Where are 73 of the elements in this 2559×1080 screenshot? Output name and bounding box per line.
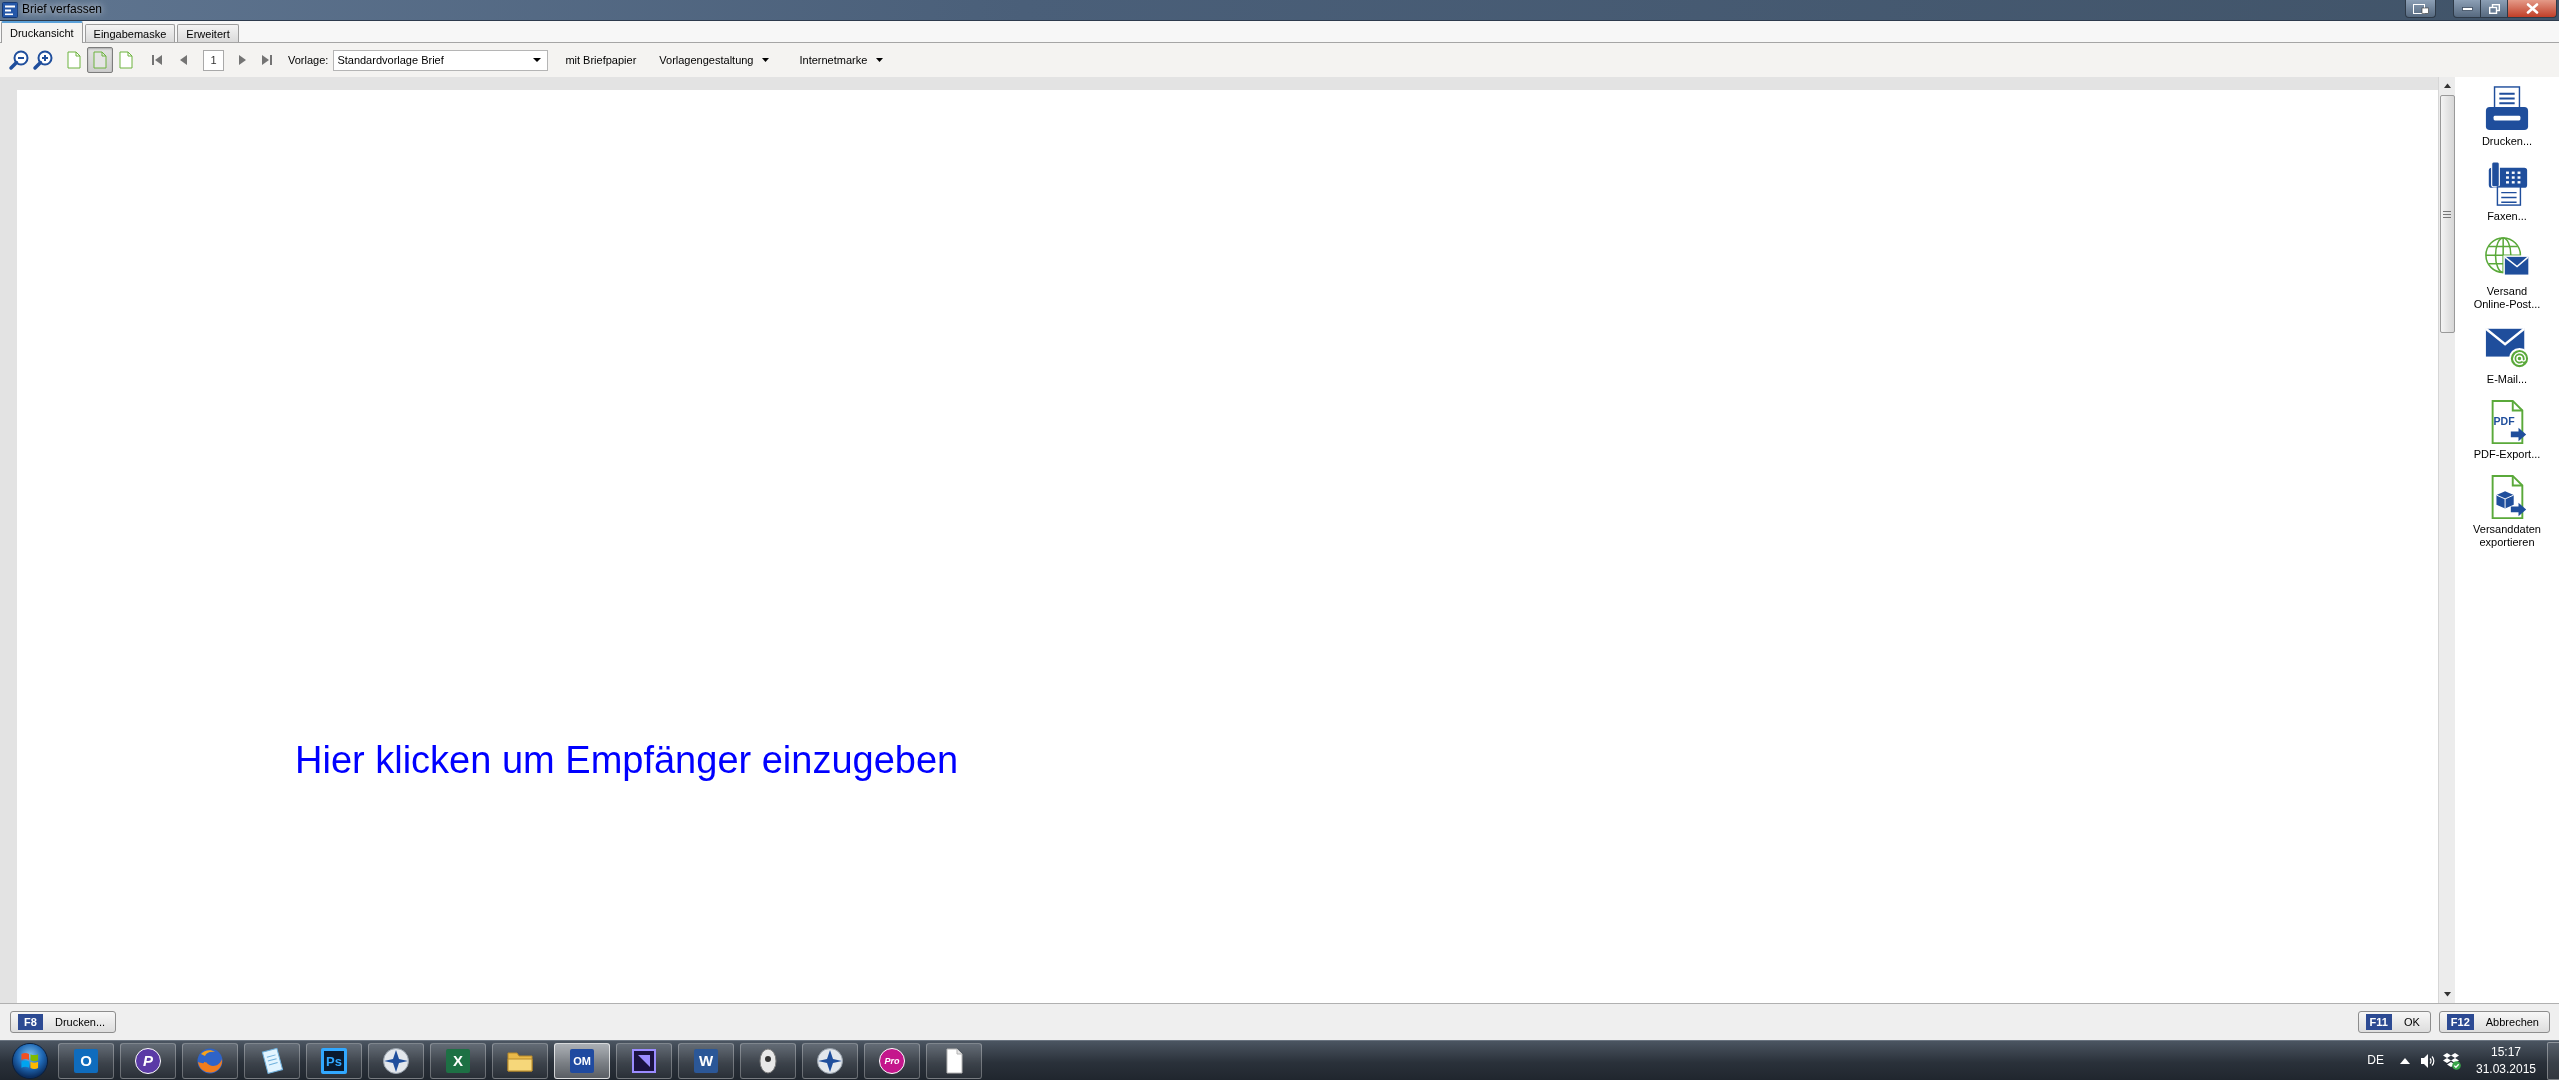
page-icon xyxy=(67,51,81,69)
taskbar-button[interactable] xyxy=(740,1042,796,1079)
tab[interactable]: Erweitert xyxy=(177,24,239,42)
star-disc-icon xyxy=(381,1045,411,1076)
tab[interactable]: Eingabemaske xyxy=(84,24,176,42)
zoom-in-icon[interactable] xyxy=(32,49,54,71)
minimize-button[interactable] xyxy=(2453,0,2481,18)
shipping-data-export-button[interactable]: Versanddaten exportieren xyxy=(2459,474,2555,549)
tab[interactable]: Druckansicht xyxy=(1,21,83,43)
menu-button[interactable]: Vorlagengestaltung xyxy=(657,49,772,71)
caret-icon xyxy=(876,58,884,62)
ok-button[interactable]: F11 OK xyxy=(2357,1011,2431,1033)
window-layout-button[interactable] xyxy=(2405,0,2436,18)
letterhead-button[interactable]: mit Briefpapier xyxy=(563,49,639,71)
minimize-icon xyxy=(2461,6,2473,11)
cancel-button[interactable]: F12 Abbrechen xyxy=(2438,1011,2550,1033)
caret-icon xyxy=(762,58,770,62)
taskbar-button[interactable] xyxy=(616,1042,672,1079)
taskbar-button[interactable]: O xyxy=(58,1042,114,1079)
page-icon xyxy=(119,51,133,69)
app-icon xyxy=(2,2,18,18)
last-page-icon[interactable] xyxy=(259,52,275,68)
close-icon xyxy=(2525,3,2539,14)
star-disc-icon xyxy=(815,1045,845,1076)
email-button[interactable]: E-Mail... xyxy=(2459,324,2555,386)
box-check-icon[interactable] xyxy=(2443,1051,2461,1070)
window-layout-icon xyxy=(2412,3,2429,14)
restore-icon xyxy=(2488,3,2500,14)
letter-disc-icon: P xyxy=(133,1045,163,1076)
taskbar-button[interactable] xyxy=(368,1042,424,1079)
taskbar-button[interactable]: Pro xyxy=(864,1042,920,1079)
page-icon xyxy=(93,51,107,69)
taskbar-button[interactable] xyxy=(244,1042,300,1079)
print-button[interactable]: F8 Drucken... xyxy=(10,1011,117,1033)
language-indicator[interactable]: DE xyxy=(2367,1053,2384,1068)
grip-icon xyxy=(2443,210,2451,218)
shortcut-key: F12 xyxy=(2446,1014,2474,1030)
taskbar-button[interactable]: W xyxy=(678,1042,734,1079)
close-button[interactable] xyxy=(2508,0,2557,18)
clock-date[interactable]: 31.03.2015 xyxy=(2475,1060,2537,1078)
online-post-button[interactable]: Versand Online-Post... xyxy=(2459,236,2555,311)
outlined-letter-tile-icon: Ps xyxy=(319,1045,349,1076)
zoom-out-icon[interactable] xyxy=(8,49,30,71)
show-desktop-button[interactable] xyxy=(2547,1041,2559,1080)
taskbar-button[interactable]: X xyxy=(430,1042,486,1079)
page-number-field[interactable]: 1 xyxy=(203,49,224,71)
taskbar-button[interactable] xyxy=(926,1042,982,1079)
up-arrow-icon[interactable] xyxy=(2400,1056,2410,1065)
window-title: Brief verfassen xyxy=(22,2,103,17)
recipient-prompt[interactable]: Hier klicken um Empfänger einzugeben xyxy=(295,738,959,782)
letter-disc-icon: Pro xyxy=(877,1045,907,1076)
start-orb-icon xyxy=(10,1041,50,1080)
restore-button[interactable] xyxy=(2481,0,2508,18)
taskbar-button[interactable] xyxy=(492,1042,548,1079)
dropdown-caret-icon xyxy=(533,58,542,62)
clock-time[interactable]: 15:17 xyxy=(2491,1043,2521,1061)
printer-icon xyxy=(2483,86,2531,132)
taskbar-button[interactable]: Ps xyxy=(306,1042,362,1079)
scrollbar-thumb[interactable] xyxy=(2439,95,2455,333)
shortcut-key: F11 xyxy=(2365,1014,2392,1030)
shortcut-key: F8 xyxy=(18,1014,43,1030)
taskbar-button[interactable]: P xyxy=(120,1042,176,1079)
fax-button[interactable]: Faxen... xyxy=(2459,161,2555,223)
template-dropdown[interactable]: Standardvorlage Brief xyxy=(333,49,549,71)
menu-button[interactable]: Internetmarke xyxy=(797,49,886,71)
print-button[interactable]: Drucken... xyxy=(2459,86,2555,148)
taskbar-button[interactable] xyxy=(802,1042,858,1079)
taskbar-button[interactable]: OM xyxy=(554,1042,610,1079)
speaker-icon[interactable] xyxy=(2420,1052,2436,1069)
pdf-export-button[interactable]: PDF PDF-Export... xyxy=(2459,399,2555,461)
first-page-icon[interactable] xyxy=(149,52,165,68)
page-view-button[interactable] xyxy=(87,47,113,73)
template-label: Vorlage: xyxy=(288,54,329,66)
